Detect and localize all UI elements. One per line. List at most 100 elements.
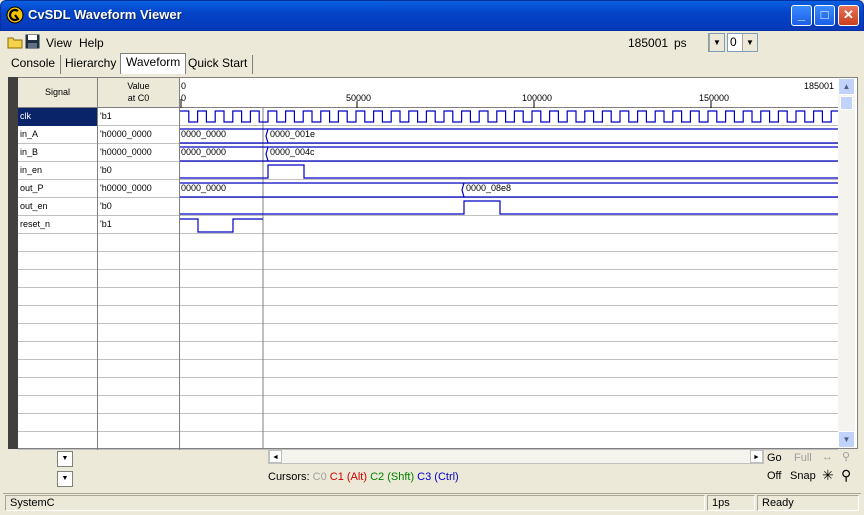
tab-hierarchy[interactable]: Hierarchy xyxy=(60,55,123,74)
bus-label: 0000_004c xyxy=(270,147,315,157)
maximize-button[interactable]: □ xyxy=(814,5,835,26)
tab-waveform[interactable]: Waveform xyxy=(120,53,187,74)
bus-label: 0000_001e xyxy=(270,129,316,139)
signal-value-in_A: 'h0000_0000 xyxy=(98,126,180,144)
snap-pin-icon[interactable]: ⚲ xyxy=(841,467,851,484)
scroll-left-button[interactable]: ◄ xyxy=(269,450,282,463)
window-title: CvSDL Waveform Viewer xyxy=(28,7,182,22)
maximize-icon: □ xyxy=(820,7,829,22)
status-resolution: 1ps xyxy=(707,495,755,511)
signal-name-clk[interactable]: clk xyxy=(18,108,98,126)
cursor-c2[interactable]: C2 (Shft) xyxy=(370,471,414,483)
empty-cell xyxy=(98,396,180,414)
empty-cell xyxy=(18,270,98,288)
ruler-ticks-marks xyxy=(180,99,712,108)
chevron-down-icon: ▼ xyxy=(61,455,69,462)
chevron-right-icon: ► xyxy=(753,454,760,461)
close-icon: ✕ xyxy=(843,7,854,22)
signal-value-reset_n: 'b1 xyxy=(98,216,180,234)
menu-help[interactable]: Help xyxy=(79,36,104,50)
empty-cell xyxy=(18,378,98,396)
signal-name-out_en[interactable]: out_en xyxy=(18,198,98,216)
snap-star-icon[interactable]: ✳ xyxy=(822,467,834,484)
scroll-thumb[interactable] xyxy=(840,96,853,110)
value-header-line1: Value xyxy=(127,81,150,91)
cursors-label: Cursors: xyxy=(268,471,310,483)
empty-cell xyxy=(18,234,98,252)
pin-icon[interactable]: ⚲ xyxy=(842,450,850,463)
clk-wave xyxy=(180,110,838,123)
signal-column-header[interactable]: Signal xyxy=(18,78,98,108)
empty-cell xyxy=(18,288,98,306)
app-logo-icon xyxy=(6,6,24,24)
zoom-dropdown[interactable]: 0 ▼ xyxy=(727,33,758,52)
empty-cell xyxy=(18,396,98,414)
minimize-icon: _ xyxy=(797,7,806,22)
go-button[interactable]: Go xyxy=(767,452,782,464)
empty-cell xyxy=(98,378,180,396)
full-button[interactable]: Full xyxy=(794,452,812,464)
time-unit: ps xyxy=(674,36,687,50)
in_en-wave xyxy=(180,164,838,179)
vertical-scrollbar[interactable] xyxy=(838,78,855,448)
cursor-legend: Cursors: C0 C1 (Alt) C2 (Shft) C3 (Ctrl) xyxy=(268,471,459,483)
empty-cell xyxy=(98,306,180,324)
unit-dropdown[interactable]: ▼ xyxy=(708,33,725,52)
empty-cell xyxy=(98,252,180,270)
bus-label: 0000_0000 xyxy=(181,183,227,193)
fit-width-icon[interactable]: ↔ xyxy=(822,451,833,463)
save-disk-icon[interactable] xyxy=(25,34,40,49)
signal-value-clk: 'b1 xyxy=(98,108,180,126)
signal-name-in_A[interactable]: in_A xyxy=(18,126,98,144)
signal-value-out_en: 'b0 xyxy=(98,198,180,216)
empty-cell xyxy=(18,342,98,360)
empty-cell xyxy=(98,360,180,378)
scroll-right-button[interactable]: ► xyxy=(750,450,763,463)
signal-value-in_en: 'b0 xyxy=(98,162,180,180)
bus-label: 0000_08e8 xyxy=(466,183,512,193)
snap-off-button[interactable]: Off xyxy=(767,470,781,482)
empty-cell xyxy=(98,324,180,342)
empty-cell xyxy=(98,414,180,432)
value-column-header[interactable]: Value at C0 xyxy=(98,78,180,108)
signal-value-in_B: 'h0000_0000 xyxy=(98,144,180,162)
open-folder-icon[interactable] xyxy=(7,35,23,49)
signal-name-reset_n[interactable]: reset_n xyxy=(18,216,98,234)
bus-label: 0000_0000 xyxy=(181,129,227,139)
ruler-start: 0 xyxy=(181,81,187,91)
empty-cell xyxy=(98,342,180,360)
signal-name-in_en[interactable]: in_en xyxy=(18,162,98,180)
out_en-wave xyxy=(180,200,838,215)
signal-value-out_P: 'h0000_0000 xyxy=(98,180,180,198)
empty-cell xyxy=(18,432,98,450)
menu-view[interactable]: View xyxy=(46,36,72,50)
empty-cell xyxy=(98,288,180,306)
chevron-down-icon: ▼ xyxy=(742,34,757,51)
cursor-c1[interactable]: C1 (Alt) xyxy=(330,471,367,483)
snap-label: Snap xyxy=(790,470,816,482)
empty-cell xyxy=(98,234,180,252)
chevron-down-icon: ▼ xyxy=(61,475,69,482)
minimize-button[interactable]: _ xyxy=(791,5,812,26)
zoom-value: 0 xyxy=(730,35,737,49)
bus-label: 0000_0000 xyxy=(181,147,227,157)
scroll-up-button[interactable]: ▲ xyxy=(838,78,855,95)
ruler-end: 185001 xyxy=(804,81,835,91)
chevron-up-icon: ▲ xyxy=(842,82,851,91)
signal-name-in_B[interactable]: in_B xyxy=(18,144,98,162)
tab-quick-start[interactable]: Quick Start xyxy=(183,55,254,74)
empty-cell xyxy=(18,360,98,378)
waveform-canvas[interactable] xyxy=(180,108,838,449)
signal-scroll-down-button[interactable]: ▼ xyxy=(57,451,73,467)
close-button[interactable]: ✕ xyxy=(838,5,859,26)
horizontal-scrollbar[interactable] xyxy=(268,449,764,464)
empty-cell xyxy=(18,414,98,432)
chevron-down-icon: ▼ xyxy=(709,34,724,51)
cursor-c3[interactable]: C3 (Ctrl) xyxy=(417,471,459,483)
empty-cell xyxy=(18,306,98,324)
signal-name-out_P[interactable]: out_P xyxy=(18,180,98,198)
scroll-down-button[interactable]: ▼ xyxy=(838,431,855,448)
cursor-c0[interactable]: C0 xyxy=(313,471,327,483)
tab-console[interactable]: Console xyxy=(6,55,62,74)
value-scroll-down-button[interactable]: ▼ xyxy=(57,471,73,487)
